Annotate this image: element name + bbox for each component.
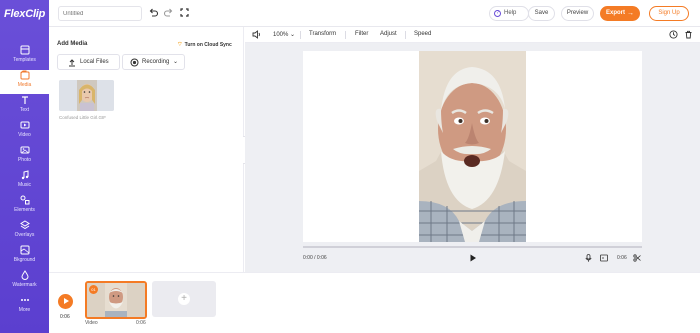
timeline-play-button[interactable]	[58, 294, 73, 309]
scissors-icon[interactable]	[633, 254, 641, 262]
video-icon	[20, 121, 29, 129]
transform-button[interactable]: Transform	[309, 31, 336, 37]
text-icon	[21, 96, 28, 104]
sidebar-item-label: Watermark	[12, 282, 37, 288]
current-time: 0:00 / 0:06	[303, 255, 327, 261]
cloud-sync-toggle[interactable]: ⌔ Turn on Cloud Sync	[177, 40, 232, 48]
wifi-icon: ⌔	[177, 42, 183, 48]
playback-progress-bar[interactable]	[303, 246, 642, 248]
sidebar-item-label: Text	[19, 107, 30, 113]
sidebar-item-label: More	[18, 307, 31, 313]
sidebar-item-photo[interactable]: Photo	[0, 145, 49, 169]
sidebar-item-label: Bkground	[13, 257, 36, 263]
duration: 0:06	[617, 255, 627, 261]
media-thumbnail[interactable]	[59, 80, 114, 111]
templates-icon	[20, 45, 29, 55]
recording-button[interactable]: Recording ⌄	[122, 54, 185, 70]
music-icon	[21, 170, 28, 180]
timeline-total-time: 0:06	[60, 314, 70, 320]
watermark-icon	[20, 270, 29, 280]
flexclip-logo: FlexClip	[4, 8, 46, 20]
zoom-select[interactable]: 100% ⌄	[273, 31, 295, 38]
local-files-button[interactable]: Local Files	[57, 54, 120, 70]
plus-icon: +	[178, 293, 190, 305]
toolbar-divider	[300, 31, 301, 39]
export-button[interactable]: Export →	[600, 6, 640, 21]
arrow-right-icon: →	[627, 10, 634, 17]
subtitle-icon[interactable]	[600, 254, 608, 262]
flexclip-editor: FlexClip Templates Media Text Video Phot…	[0, 0, 700, 333]
record-icon	[130, 58, 139, 67]
timeline-clip[interactable]: 01	[85, 281, 147, 319]
video-stage[interactable]	[303, 51, 642, 242]
upload-icon	[69, 59, 75, 67]
sign-up-button[interactable]: Sign Up	[649, 6, 689, 21]
sidebar-item-label: Elements	[14, 207, 35, 213]
add-clip-button[interactable]: +	[152, 281, 216, 317]
help-button[interactable]: ? Help	[489, 6, 529, 21]
timeline: 0:06 01 Video 0:06 +	[49, 272, 700, 333]
sidebar-item-music[interactable]: Music	[0, 170, 49, 194]
adjust-button[interactable]: Adjust	[380, 31, 397, 37]
video-frame[interactable]	[419, 51, 526, 242]
clip-duration: 0:06	[136, 320, 146, 326]
photo-icon	[20, 146, 29, 154]
sidebar-item-background[interactable]: Bkground	[0, 245, 49, 269]
media-panel: Add Media ⌔ Turn on Cloud Sync Local File…	[49, 27, 244, 272]
background-icon	[20, 245, 29, 255]
sidebar-item-label: Music	[17, 182, 32, 188]
left-sidebar: FlexClip Templates Media Text Video Phot…	[0, 0, 49, 333]
sidebar-item-label: Photo	[17, 157, 32, 163]
redo-icon[interactable]	[163, 7, 174, 18]
trash-icon[interactable]	[684, 30, 693, 39]
sidebar-item-templates[interactable]: Templates	[0, 45, 49, 69]
sidebar-item-video[interactable]: Video	[0, 120, 49, 144]
canvas-area: 0:00 / 0:06 0:06	[245, 43, 700, 272]
sidebar-item-media[interactable]: Media	[0, 70, 49, 94]
girl-thumbnail-image	[59, 80, 114, 111]
sidebar-item-label: Video	[18, 132, 31, 138]
play-icon[interactable]	[469, 254, 477, 262]
fullscreen-icon[interactable]	[179, 7, 190, 18]
filter-button[interactable]: Filter	[355, 31, 368, 37]
sidebar-item-elements[interactable]: Elements	[0, 195, 49, 219]
more-icon	[20, 299, 29, 301]
sidebar-item-label: Templates	[13, 57, 36, 63]
clock-icon[interactable]	[669, 30, 678, 39]
volume-icon[interactable]	[252, 30, 261, 39]
sidebar-item-more[interactable]: More	[0, 295, 49, 319]
chevron-down-icon: ⌄	[290, 32, 296, 38]
elements-icon	[20, 195, 29, 205]
sidebar-item-text[interactable]: Text	[0, 95, 49, 119]
sidebar-item-label: Overlays	[14, 232, 35, 238]
preview-button[interactable]: Preview	[561, 6, 594, 21]
clip-label: Video	[85, 320, 98, 326]
thumbnail-caption: Confused Little Girl.GIF	[59, 115, 107, 120]
clip-number-badge: 01	[89, 285, 98, 294]
save-button[interactable]: Save	[528, 6, 555, 21]
media-icon	[20, 70, 29, 80]
sidebar-item-overlays[interactable]: Overlays	[0, 220, 49, 244]
toolbar-divider	[405, 31, 406, 39]
chevron-down-icon: ⌄	[172, 59, 178, 65]
editor-toolbar: 100% ⌄ Transform Filter Adjust Speed	[245, 27, 700, 43]
player-controls: 0:00 / 0:06 0:06	[303, 246, 642, 266]
undo-icon[interactable]	[148, 7, 159, 18]
help-icon: ?	[494, 10, 501, 17]
top-bar: ?Help Save Preview Export→ Sign Up	[49, 0, 700, 27]
project-title-input[interactable]	[58, 6, 142, 21]
toolbar-divider	[345, 31, 346, 39]
panel-title: Add Media	[57, 41, 88, 47]
overlays-icon	[19, 220, 30, 230]
sidebar-item-watermark[interactable]: Watermark	[0, 270, 49, 294]
old-man-video-image	[419, 51, 526, 242]
microphone-icon[interactable]	[585, 254, 592, 262]
sidebar-item-label: Media	[17, 82, 32, 88]
speed-button[interactable]: Speed	[414, 31, 431, 37]
